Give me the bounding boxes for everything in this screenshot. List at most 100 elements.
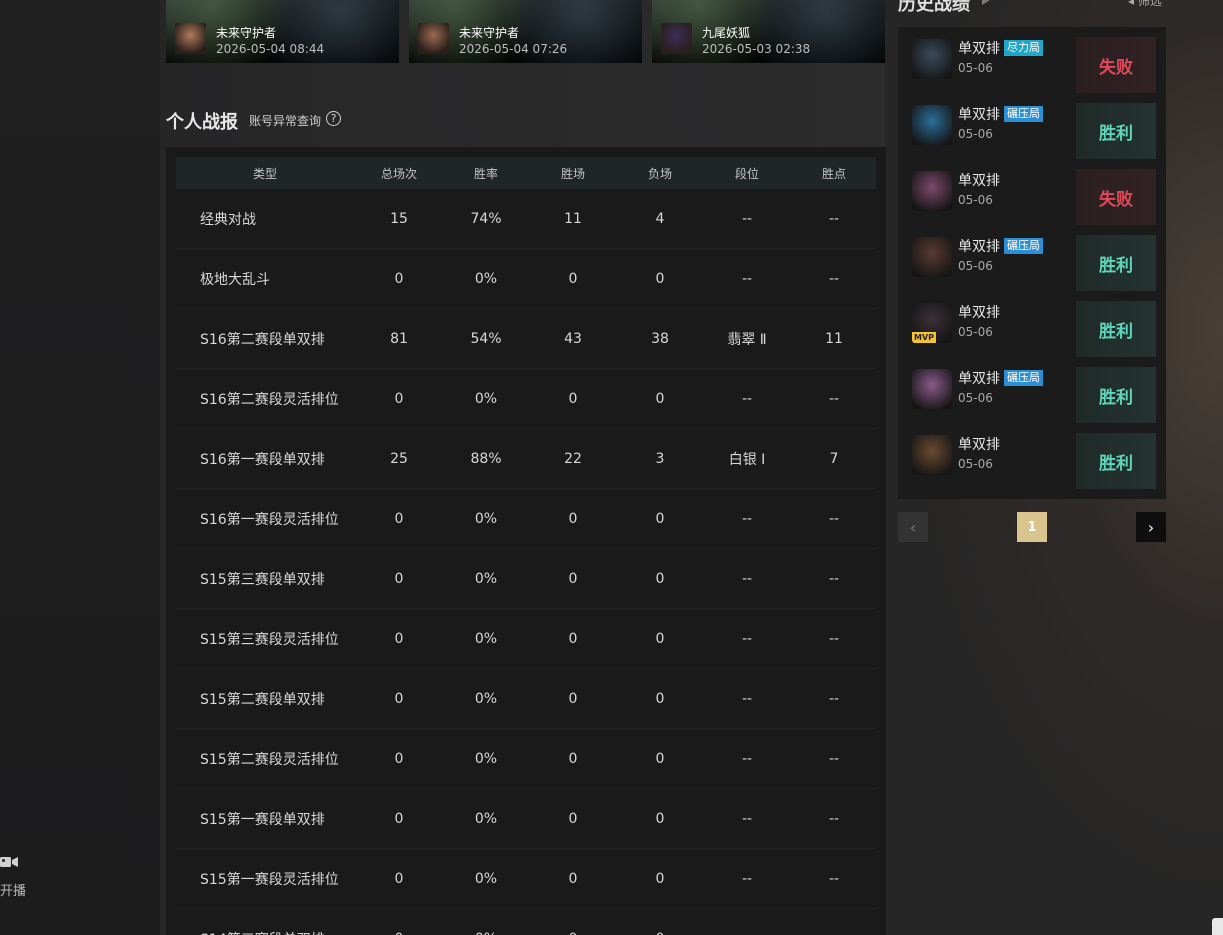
stat-cell: -- (741, 690, 753, 707)
table-row: S14第三赛段单双排00%00---- (176, 909, 876, 935)
stat-cell: -- (828, 690, 840, 707)
stat-cell: -- (741, 510, 753, 527)
stat-cell: 0 (394, 810, 404, 827)
champion-name: 未来守护者 (459, 26, 520, 40)
stat-cell: 0 (568, 750, 578, 767)
stat-cell: 0 (354, 931, 444, 935)
filter-button[interactable]: ◂ 筛选 (1128, 0, 1162, 9)
table-row: S15第一赛段单双排 0 0% 0 0 -- -- (176, 789, 876, 849)
stat-cell: -- (828, 810, 840, 827)
stat-cell: -- (741, 570, 753, 587)
history-item[interactable]: 单双排 碾压局 05-06 胜利 (898, 225, 1166, 291)
stat-cell: 0 (568, 570, 578, 587)
prev-page-button[interactable]: ‹ (898, 512, 928, 542)
stat-cell: -- (828, 750, 840, 767)
history-item[interactable]: 单双排 05-06 胜利 (898, 423, 1166, 489)
queue-mode: 单双排 (958, 305, 1000, 321)
help-icon[interactable]: ? (326, 111, 341, 126)
stat-cell: -- (741, 870, 753, 887)
queue-mode: 单双排 (958, 107, 1000, 123)
stat-cell: 11 (564, 210, 582, 227)
page-number-current[interactable]: 1 (1017, 512, 1047, 542)
filter-label: 筛选 (1137, 0, 1162, 8)
stat-cell: 0% (474, 630, 498, 647)
performance-tag: 碾压局 (1004, 106, 1043, 122)
queue-type-cell: S15第一赛段灵活排位 (200, 871, 339, 888)
video-camera-icon (0, 857, 18, 867)
stat-cell: 0 (655, 510, 665, 527)
stat-cell: 38 (651, 330, 669, 347)
queue-type-cell: 极地大乱斗 (200, 271, 270, 288)
queue-type-cell: S15第三赛段灵活排位 (200, 631, 339, 648)
stat-cell: -- (828, 870, 840, 887)
recent-match-card[interactable]: 九尾妖狐 2026-05-03 02:38 (652, 0, 885, 63)
stat-cell: 0 (528, 931, 618, 935)
stat-cell: 15 (390, 210, 408, 227)
stat-cell: 0 (655, 870, 665, 887)
stat-cell: -- (741, 390, 753, 407)
stat-cell: -- (828, 510, 840, 527)
stat-cell: 0 (568, 870, 578, 887)
match-result: 胜利 (1076, 367, 1156, 423)
stat-cell: 0% (474, 270, 498, 287)
history-item[interactable]: 单双排 05-06 失败 (898, 159, 1166, 225)
table-row: S15第二赛段灵活排位 0 0% 0 0 -- -- (176, 729, 876, 789)
table-row: 极地大乱斗 0 0% 0 0 -- -- (176, 249, 876, 309)
stat-cell: -- (792, 931, 876, 935)
stat-cell: 白银 Ⅰ (728, 451, 766, 468)
next-page-button[interactable]: › (1136, 512, 1166, 542)
stat-cell: 22 (564, 450, 582, 467)
column-header: 胜场 (560, 166, 585, 181)
history-item[interactable]: 单双排 碾压局 05-06 胜利 (898, 93, 1166, 159)
stat-cell: -- (828, 270, 840, 287)
stat-cell: -- (741, 270, 753, 287)
stat-cell: -- (702, 931, 792, 935)
stat-cell: 0 (655, 810, 665, 827)
corner-widget[interactable] (1212, 918, 1223, 935)
stat-cell: 11 (825, 330, 843, 347)
stat-cell: 0 (394, 630, 404, 647)
stat-cell: -- (741, 210, 753, 227)
table-row: S15第三赛段单双排 0 0% 0 0 -- -- (176, 549, 876, 609)
stat-cell: 0 (394, 270, 404, 287)
stat-cell: 74% (470, 210, 502, 227)
stat-cell: 0 (568, 270, 578, 287)
go-live-button[interactable]: 开播 (0, 850, 34, 900)
queue-type-cell: S16第二赛段灵活排位 (200, 391, 339, 408)
queue-type-cell: S16第一赛段灵活排位 (200, 511, 339, 528)
champion-avatar (912, 171, 952, 211)
play-arrow-icon (982, 0, 990, 5)
history-item[interactable]: MVP 单双排 05-06 胜利 (898, 291, 1166, 357)
column-header: 类型 (252, 166, 277, 181)
match-result: 胜利 (1076, 301, 1156, 357)
stat-cell: 0 (568, 630, 578, 647)
stat-cell: 3 (655, 450, 665, 467)
match-result: 胜利 (1076, 235, 1156, 291)
champion-avatar (418, 23, 449, 54)
queue-type-cell: 经典对战 (200, 211, 256, 228)
queue-mode: 单双排 (958, 437, 1000, 453)
column-header: 总场次 (380, 166, 417, 181)
stat-cell: 88% (470, 450, 502, 467)
table-row: S16第二赛段单双排 81 54% 43 38 翡翠 Ⅱ 11 (176, 309, 876, 369)
match-result: 失败 (1076, 169, 1156, 225)
champion-name: 九尾妖狐 (702, 26, 751, 40)
queue-type-cell: S15第二赛段单双排 (200, 691, 325, 708)
stat-cell: 0 (655, 750, 665, 767)
stat-cell: 4 (655, 210, 665, 227)
recent-match-card[interactable]: 未来守护者 2026-05-04 07:26 (409, 0, 642, 63)
table-header: 类型 总场次 胜率 胜场 负场 段位 胜点 (176, 157, 876, 189)
match-date: 05-06 (958, 391, 993, 405)
stat-cell: 0 (394, 390, 404, 407)
account-anomaly-link[interactable]: 账号异常查询 (249, 112, 321, 129)
stat-cell: -- (741, 810, 753, 827)
stat-cell: -- (828, 210, 840, 227)
stat-cell: 25 (390, 450, 408, 467)
match-date: 05-06 (958, 193, 993, 207)
recent-match-card[interactable]: 未来守护者 2026-05-04 08:44 (166, 0, 399, 63)
stat-cell: -- (828, 570, 840, 587)
table-row: S15第二赛段单双排 0 0% 0 0 -- -- (176, 669, 876, 729)
history-item[interactable]: 单双排 尽力局 05-06 失败 (898, 27, 1166, 93)
stat-cell: 0% (474, 810, 498, 827)
history-item[interactable]: 单双排 碾压局 05-06 胜利 (898, 357, 1166, 423)
